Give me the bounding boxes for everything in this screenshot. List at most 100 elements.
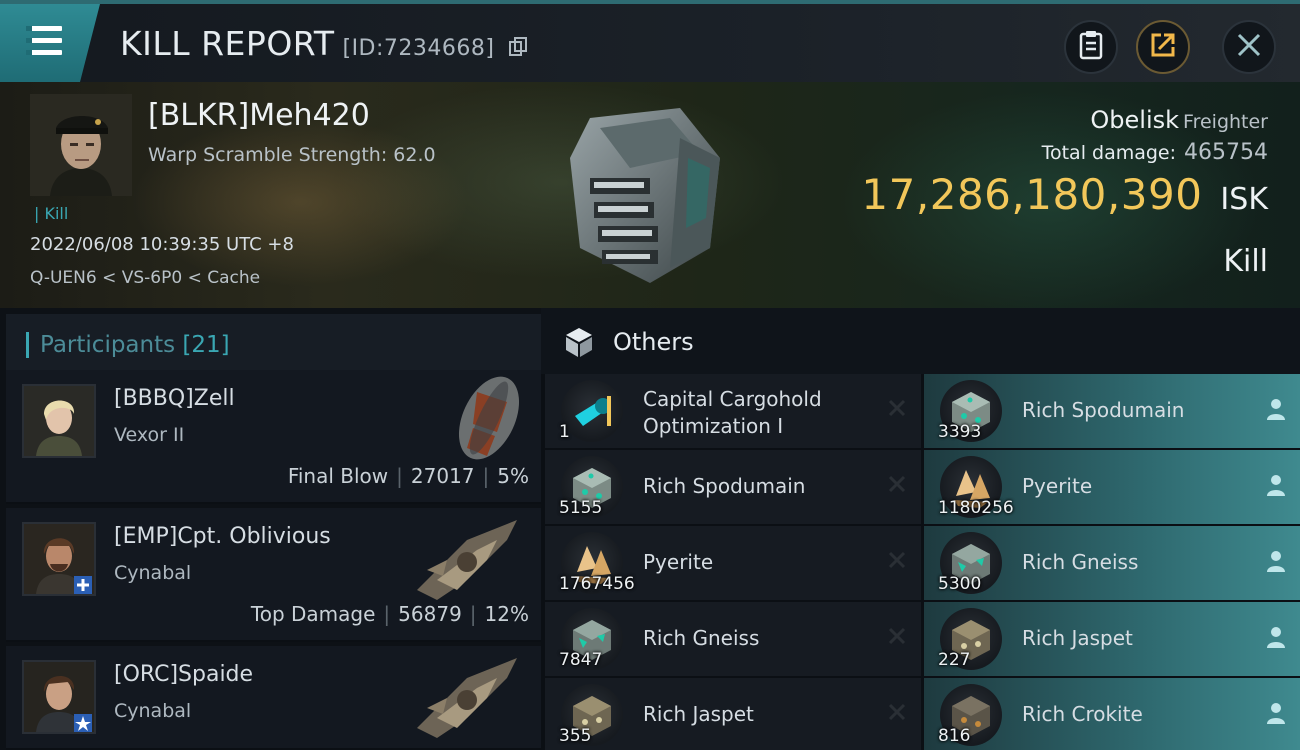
x-icon (887, 702, 907, 726)
item-name: Rich Crokite (1022, 702, 1143, 726)
participant-row[interactable]: [ORC]Spaide Cynabal (6, 646, 541, 750)
page-title-text: KILL REPORT (120, 24, 335, 63)
participant-name[interactable]: [EMP]Cpt. Oblivious (114, 524, 331, 549)
item-name: Rich Jaspet (1022, 626, 1133, 650)
participant-ship-image (437, 372, 527, 472)
participant-row[interactable]: [BBBQ]Zell Vexor II Final Blow | 27017 | 5% (6, 370, 541, 504)
person-icon (1266, 702, 1286, 728)
isk-unit: ISK (1220, 182, 1268, 217)
participant-stats: Top Damage | 56879 | 12% (250, 602, 529, 626)
participants-label: Participants [21] (40, 332, 230, 358)
item-name: Capital Cargohold Optimization I (643, 386, 822, 440)
item-quantity: 7847 (559, 650, 603, 670)
item-name: Rich Gneiss (643, 626, 760, 650)
total-damage-label: Total damage: (1041, 142, 1177, 164)
participants-label-text: Participants (40, 332, 176, 358)
item-quantity: 355 (559, 726, 592, 746)
item-name: Rich Gneiss (1022, 550, 1139, 574)
item-destroyed[interactable]: 7847 Rich Gneiss (545, 602, 921, 676)
item-quantity: 816 (938, 726, 971, 746)
participant-percent: 5% (497, 464, 529, 488)
victim-ship-image[interactable] (560, 98, 740, 292)
cube-icon (563, 326, 595, 362)
item-dropped[interactable]: 1180256 Pyerite (924, 450, 1300, 524)
x-icon (887, 398, 907, 422)
participant-ship-image (407, 648, 527, 748)
menu-button[interactable] (0, 4, 100, 82)
item-dropped[interactable]: 816 Rich Crokite (924, 678, 1300, 750)
item-name-line1: Capital Cargohold (643, 387, 822, 411)
item-quantity: 1767456 (559, 574, 635, 594)
item-name-line2: Optimization I (643, 414, 784, 438)
item-quantity: 5155 (559, 498, 603, 518)
participants-count: [21] (182, 332, 230, 358)
item-name: Rich Jaspet (643, 702, 754, 726)
participant-stats: Final Blow | 27017 | 5% (287, 464, 529, 488)
x-icon (887, 626, 907, 650)
title-bar: KILL REPORT [ID:7234668] (0, 0, 1300, 82)
x-icon (887, 550, 907, 574)
victim-ship-name: Obelisk (1090, 106, 1180, 134)
participant-ship: Cynabal (114, 562, 192, 584)
total-damage-value: 465754 (1184, 140, 1268, 165)
clipboard-button[interactable] (1064, 20, 1118, 74)
item-name: Pyerite (1022, 474, 1093, 498)
item-dropped[interactable]: 5300 Rich Gneiss (924, 526, 1300, 600)
close-button[interactable] (1222, 20, 1276, 74)
participant-avatar (22, 384, 96, 458)
person-icon (1266, 550, 1286, 576)
item-quantity: 3393 (938, 422, 982, 442)
participant-ship-image (407, 510, 527, 610)
warp-scramble-strength: Warp Scramble Strength: 62.0 (148, 144, 436, 166)
kill-summary: [BLKR]Meh420 Warp Scramble Strength: 62.… (0, 82, 1300, 308)
participant-row[interactable]: [EMP]Cpt. Oblivious Cynabal Top Damage | 5… (6, 508, 541, 642)
item-quantity: 227 (938, 650, 971, 670)
participant-percent: 12% (484, 602, 529, 626)
isk-loss: 17,286,180,390 ISK (861, 170, 1268, 219)
result-label: Kill (1223, 244, 1268, 279)
isk-value: 17,286,180,390 (861, 170, 1203, 219)
kill-tag: | Kill (34, 204, 69, 223)
item-quantity: 5300 (938, 574, 982, 594)
kill-datetime: 2022/06/08 10:39:35 UTC +8 (30, 234, 294, 255)
person-icon (1266, 474, 1286, 500)
item-quantity: 1 (559, 422, 570, 442)
participant-ship: Vexor II (114, 424, 185, 446)
victim-name[interactable]: [BLKR]Meh420 (148, 98, 370, 133)
close-icon (1236, 32, 1262, 62)
item-name: Rich Spodumain (1022, 398, 1185, 422)
participant-avatar (22, 522, 96, 596)
kill-location[interactable]: Q-UEN6 < VS-6P0 < Cache (30, 268, 260, 288)
report-id: [ID:7234668] (342, 36, 495, 61)
share-button[interactable] (1136, 20, 1190, 74)
person-icon (1266, 626, 1286, 652)
participants-header[interactable]: Participants [21] (6, 314, 541, 372)
item-name: Rich Spodumain (643, 474, 806, 498)
share-icon (1149, 31, 1177, 63)
item-dropped[interactable]: 3393 Rich Spodumain (924, 374, 1300, 448)
participant-ship: Cynabal (114, 700, 192, 722)
item-destroyed[interactable]: 1767456 Pyerite (545, 526, 921, 600)
page-title: KILL REPORT [ID:7234668] (120, 24, 528, 65)
item-destroyed[interactable]: 5155 Rich Spodumain (545, 450, 921, 524)
others-header: Others (541, 308, 1300, 374)
victim-ship-class: Freighter (1183, 111, 1268, 133)
participant-role: Final Blow (287, 464, 389, 488)
clipboard-icon (1079, 30, 1103, 64)
participant-damage: 56879 (398, 602, 462, 626)
item-name: Pyerite (643, 550, 714, 574)
x-icon (887, 474, 907, 498)
victim-ship[interactable]: Obelisk Freighter (1090, 106, 1268, 134)
others-label: Others (613, 328, 694, 356)
participant-damage: 27017 (410, 464, 475, 488)
item-quantity: 1180256 (938, 498, 1014, 518)
item-destroyed[interactable]: 355 Rich Jaspet (545, 678, 921, 750)
item-thumbnail (561, 380, 623, 442)
copy-icon[interactable] (509, 26, 528, 65)
participant-name[interactable]: [ORC]Spaide (114, 662, 253, 687)
participant-name[interactable]: [BBBQ]Zell (114, 386, 235, 411)
item-dropped[interactable]: 227 Rich Jaspet (924, 602, 1300, 676)
victim-avatar[interactable] (30, 94, 132, 196)
person-icon (1266, 398, 1286, 424)
item-destroyed[interactable]: 1 Capital Cargohold Optimization I (545, 374, 921, 448)
